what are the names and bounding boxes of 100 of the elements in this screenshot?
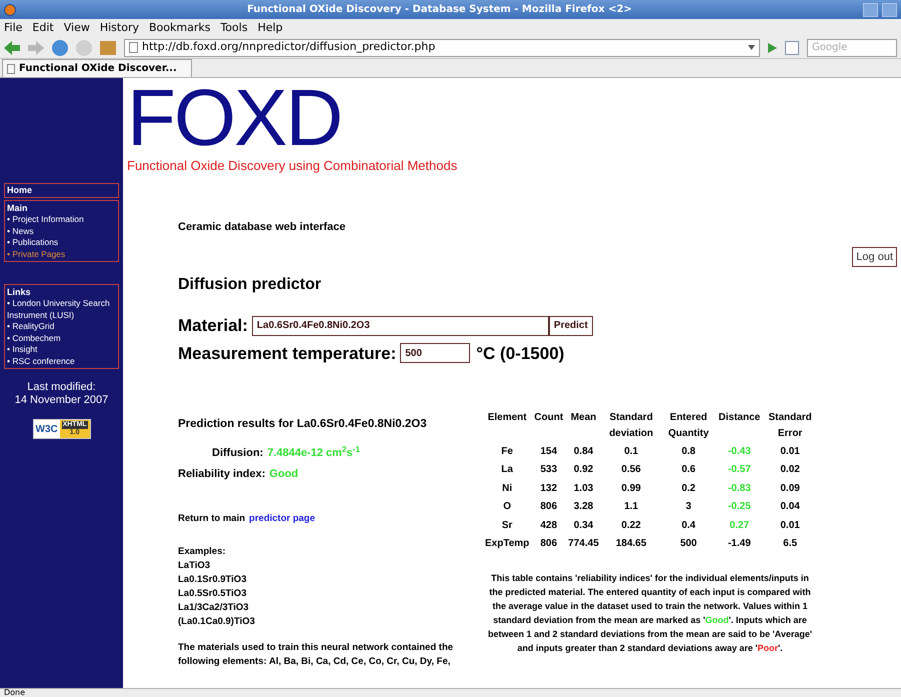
table-cell-text: 0.04 bbox=[779, 500, 801, 514]
table-cell-text: -0.83 bbox=[726, 482, 752, 496]
results-title: Prediction results for La0.6Sr0.4Fe0.8Ni0.2O3 bbox=[178, 417, 428, 432]
table-cell-text: 0.99 bbox=[620, 482, 642, 496]
table-cell-text: 154 bbox=[539, 444, 558, 459]
table-cell-text: 0.6 bbox=[680, 463, 696, 478]
table-explanation: This table contains 'reliability indices' for the individual elements/inputs in the predicted material. The entered quantity of each input is compared with the average value in the dataset used to train the network. Values within 1 standard deviation from the mean are marked as 'Good'. Inputs which are between 1 and 2 standard deviations from the mean are said to be 'Average' and inputs greater than 2 standard deviations away are 'Poor'. bbox=[486, 572, 814, 655]
table-cell-text: -0.57 bbox=[726, 463, 752, 478]
table-cell-text: 1.03 bbox=[572, 482, 594, 496]
menu-item[interactable]: View bbox=[64, 20, 90, 36]
table-cell-text: 0.56 bbox=[620, 463, 642, 478]
table-cell-text: 0.4 bbox=[680, 518, 696, 533]
menu-item[interactable]: History bbox=[100, 20, 139, 36]
table-cell-text: 0.22 bbox=[620, 518, 642, 533]
table-cell-text: 0.34 bbox=[572, 518, 594, 533]
column-header: Standard deviation bbox=[608, 411, 654, 441]
sidebar-link[interactable]: • Insight bbox=[7, 344, 116, 356]
menu-item[interactable]: Bookmarks bbox=[148, 20, 210, 36]
table-cell-text: Fe bbox=[500, 444, 514, 459]
predict-button[interactable]: Predict bbox=[548, 316, 593, 336]
example-text: La0.5Sr0.5TiO3 bbox=[178, 586, 248, 600]
column-header: Mean bbox=[570, 411, 598, 425]
window-title: Functional OXide Discovery - Database System - Mozilla Firefox <2> bbox=[246, 3, 633, 17]
table-cell-text: 0.1 bbox=[623, 444, 640, 459]
site-logo: FOXD bbox=[127, 80, 342, 156]
table-cell-text: 806 bbox=[539, 500, 558, 514]
temperature-label: Measurement temperature: bbox=[178, 342, 396, 364]
table-cell-text: 0.02 bbox=[779, 463, 801, 478]
materials-note: The materials used to train this neural network contained the following elements: Al, Ba, Bi, Ca, Cd, Ce, Co, Cr, Cu, Dy, Fe, bbox=[178, 640, 454, 668]
table-cell-text: 6.5 bbox=[782, 537, 798, 552]
forward-arrow-icon[interactable] bbox=[28, 40, 44, 54]
column-header: Distance bbox=[718, 411, 760, 425]
address-text: http://db.foxd.org/nnpredictor/diffusion_predictor.php bbox=[142, 39, 436, 56]
sidebar-link[interactable]: • London University Search Instrument (LUSI) bbox=[7, 298, 116, 321]
dropdown-icon[interactable] bbox=[748, 45, 755, 50]
table-cell-text: 0.27 bbox=[728, 518, 750, 533]
table-cell-text: 184.65 bbox=[614, 537, 648, 552]
sidebar-link[interactable]: • News bbox=[7, 226, 116, 237]
sidebar-link[interactable]: • Private Pages bbox=[7, 248, 116, 260]
table-cell-text: 533 bbox=[539, 463, 558, 478]
page-heading: Diffusion predictor bbox=[178, 275, 322, 295]
table-cell-text: 3 bbox=[684, 500, 692, 514]
sidebar-link[interactable]: • Project Information bbox=[7, 214, 116, 226]
column-header: Count bbox=[534, 411, 564, 425]
menu-item[interactable]: Tools bbox=[220, 20, 248, 36]
site-tagline: Functional Oxide Discovery using Combinatorial Methods bbox=[127, 157, 458, 175]
table-cell-text: -0.43 bbox=[726, 444, 752, 459]
sidebar-link[interactable]: • RSC conference bbox=[7, 356, 116, 367]
table-cell-text: 3.28 bbox=[572, 500, 594, 514]
address-field[interactable]: http://db.foxd.org/nnpredictor/diffusion_predictor.php bbox=[124, 38, 760, 56]
predictor-page-link[interactable]: predictor page bbox=[249, 512, 316, 526]
table-cell-text: O bbox=[502, 500, 512, 514]
back-arrow-icon[interactable] bbox=[4, 40, 20, 54]
sidebar-link[interactable]: • Publications bbox=[7, 237, 116, 248]
table-cell-text: 0.8 bbox=[680, 444, 696, 459]
column-header: Entered Quantity bbox=[667, 411, 710, 441]
page-icon bbox=[7, 64, 15, 74]
table-cell-text: Sr bbox=[500, 518, 514, 533]
examples-title: Examples: bbox=[178, 544, 227, 558]
last-modified-text: 14 November 2007 bbox=[14, 394, 110, 407]
sidebar-home[interactable]: Home bbox=[4, 183, 119, 198]
page-icon bbox=[129, 42, 138, 53]
table-cell-text: 428 bbox=[539, 518, 558, 533]
table-cell-text: 0.09 bbox=[779, 482, 801, 496]
sidebar-section-title: Links bbox=[7, 286, 32, 298]
logout-button[interactable]: Log out bbox=[852, 247, 897, 267]
table-cell-text: 1.1 bbox=[623, 500, 640, 514]
diffusion-value: 7.4844e-12 cm$^{2}$s$^{-1}$ bbox=[267, 445, 360, 462]
table-cell-text: 0.01 bbox=[779, 444, 801, 459]
table-cell-text: Ni bbox=[501, 482, 514, 496]
search-field[interactable]: Google bbox=[807, 38, 897, 56]
table-cell-text: 500 bbox=[679, 537, 698, 552]
last-modified-text: Last modified: bbox=[26, 381, 97, 394]
table-cell-text: 0.92 bbox=[572, 463, 594, 478]
material-input[interactable]: La0.6Sr0.4Fe0.8Ni0.2O3 bbox=[252, 316, 549, 336]
menu-item[interactable]: File bbox=[4, 20, 22, 36]
table-cell-text: 0.84 bbox=[572, 444, 594, 459]
return-text: Return to main bbox=[178, 512, 246, 526]
go-icon[interactable] bbox=[768, 42, 777, 52]
table-cell-text: -1.49 bbox=[726, 537, 752, 552]
page-subtitle: Ceramic database web interface bbox=[178, 220, 347, 234]
table-cell-text: ExpTemp bbox=[485, 537, 530, 552]
sidebar-section-title: Main bbox=[7, 202, 29, 214]
sidebar-link[interactable]: • RealityGrid bbox=[7, 321, 116, 332]
status-text: Done bbox=[4, 689, 26, 697]
table-cell-text: 132 bbox=[539, 482, 558, 496]
browser-tab[interactable]: Functional OXide Discover... bbox=[2, 59, 192, 77]
example-text: La1/3Ca2/3TiO3 bbox=[178, 600, 250, 614]
menu-item[interactable]: Edit bbox=[32, 20, 54, 36]
reliability-value: Good bbox=[269, 466, 298, 482]
example-text: LaTiO3 bbox=[178, 558, 212, 572]
table-cell-text: 806 bbox=[539, 537, 558, 552]
temperature-input[interactable]: 500 bbox=[400, 343, 470, 364]
table-cell-text: La bbox=[500, 463, 514, 478]
column-header: Standard Error bbox=[767, 411, 813, 441]
menu-item[interactable]: Help bbox=[258, 20, 283, 36]
sidebar-link[interactable]: • Combechem bbox=[7, 332, 116, 344]
column-header: Element bbox=[486, 411, 528, 425]
diffusion-label: Diffusion: bbox=[212, 446, 264, 462]
table-cell-text: 0.2 bbox=[680, 482, 696, 496]
